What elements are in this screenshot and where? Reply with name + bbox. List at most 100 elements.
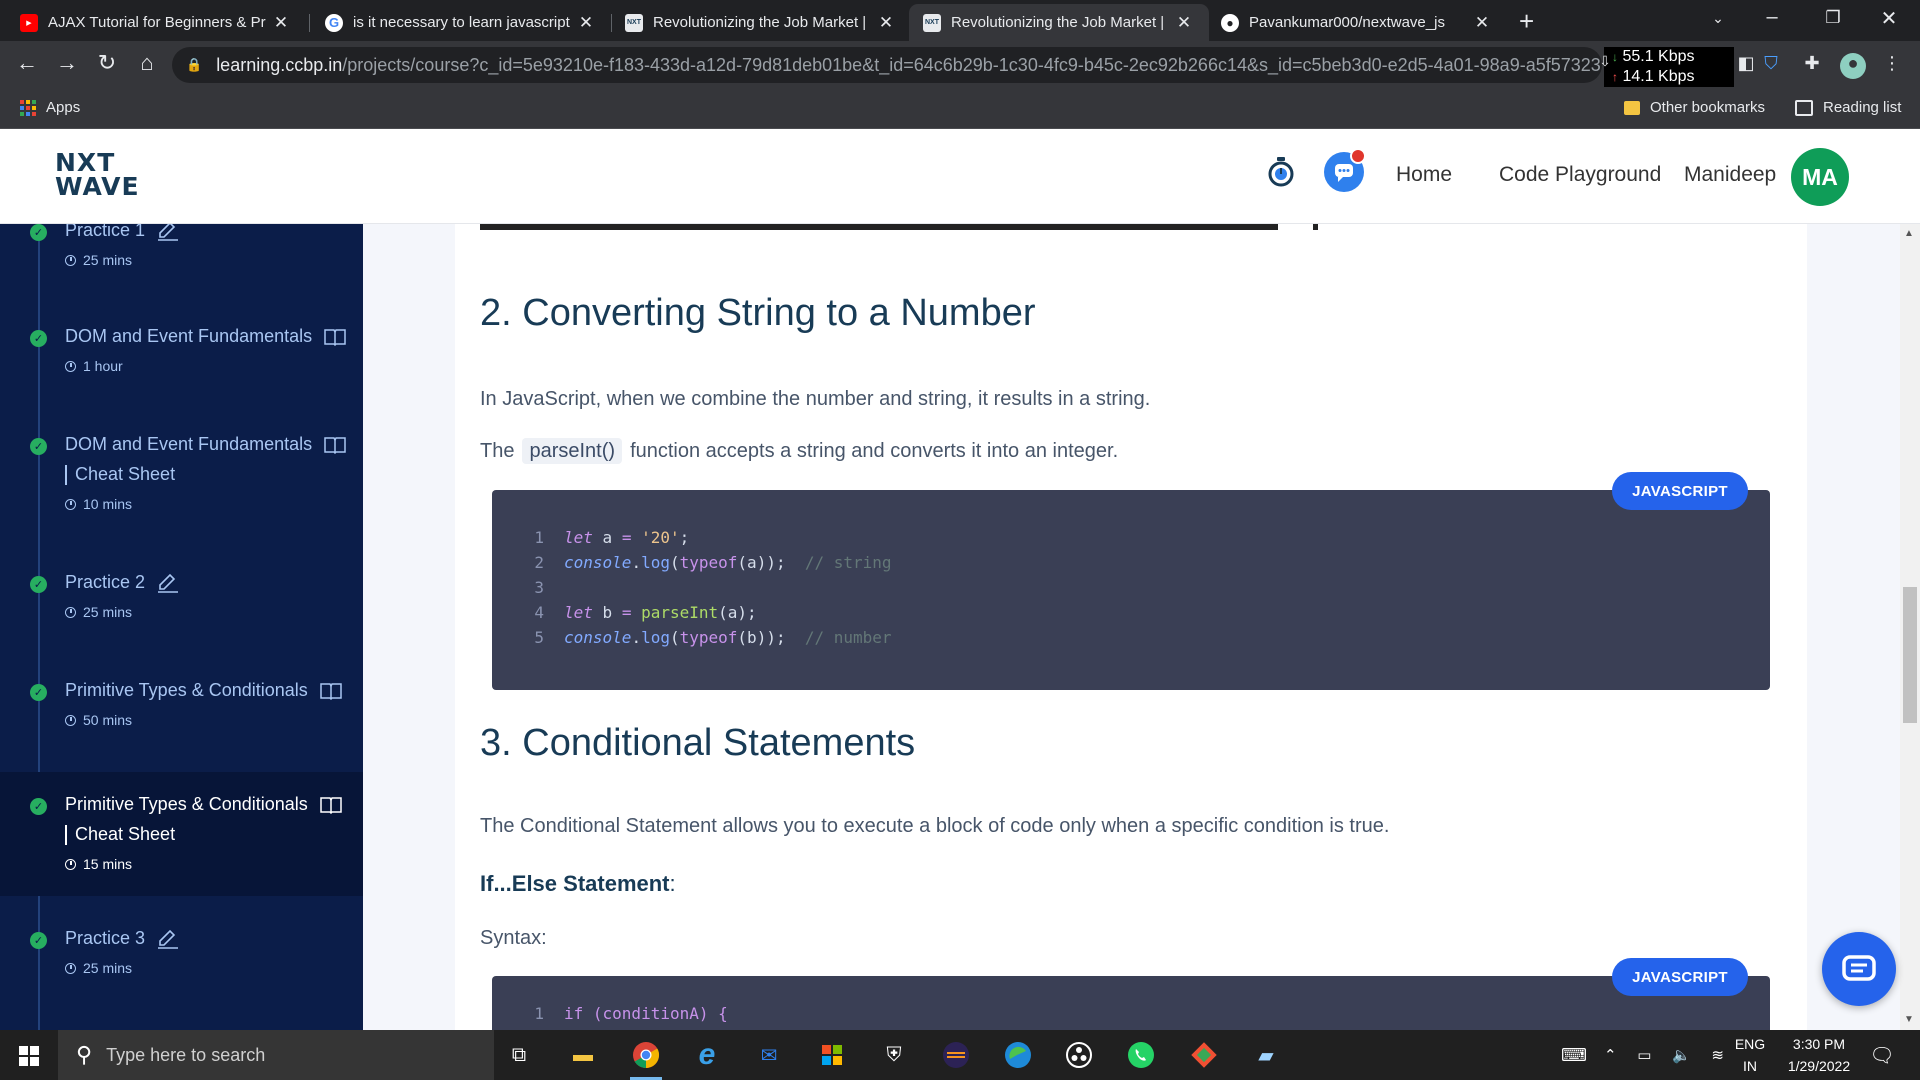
clock-time: 3:30 PM [1792, 1036, 1846, 1052]
nav-code-playground[interactable]: Code Playground [1499, 163, 1661, 187]
close-tab-icon[interactable]: ✕ [270, 13, 292, 33]
close-window-icon[interactable]: ✕ [1874, 6, 1904, 31]
close-tab-icon[interactable]: ✕ [875, 13, 897, 33]
syntax-label: Syntax: [480, 927, 547, 949]
home-icon[interactable]: ⌂ [132, 50, 162, 76]
system-tray-icons[interactable]: ⌃ ▭ 🔈 ≋ [1604, 1040, 1724, 1070]
chevron-up-icon[interactable]: ⌃ [1604, 1046, 1617, 1064]
extension-shield-icon[interactable]: ⛉ [1758, 53, 1784, 79]
notification-center-icon[interactable]: 🗨 [1866, 1040, 1898, 1070]
tab-google-search[interactable]: G is it necessary to learn javascript ✕ [311, 4, 611, 41]
browser-menu-icon[interactable]: ⋮ [1879, 53, 1905, 79]
security-shield-icon[interactable]: ⛨ [878, 1040, 910, 1070]
scroll-up-icon[interactable]: ▲ [1904, 228, 1914, 239]
language-label: ENG [1734, 1036, 1766, 1052]
minimize-icon[interactable]: – [1757, 6, 1787, 29]
chat-icon [1842, 955, 1876, 981]
new-tab-icon[interactable]: + [1519, 6, 1534, 37]
close-tab-icon[interactable]: ✕ [1471, 13, 1493, 33]
close-tab-icon[interactable]: ✕ [575, 13, 597, 33]
file-explorer-icon[interactable]: ▬ [567, 1040, 599, 1070]
page-scrollbar[interactable]: ▲ ▼ [1900, 224, 1920, 1030]
tab-search-chevron-icon[interactable]: ⌄ [1703, 10, 1733, 27]
git-logo-icon [1191, 1042, 1217, 1068]
task-view-icon[interactable]: ⧉ [503, 1040, 535, 1070]
section-2-parseint-paragraph: The parseInt() function accepts a string a… [480, 438, 1119, 464]
nxtwave-logo[interactable]: NXT WAVE [55, 150, 140, 199]
tab-title: AJAX Tutorial for Beginners & Pr [48, 14, 266, 31]
nav-home[interactable]: Home [1396, 163, 1452, 187]
code-language-pill: JAVASCRIPT [1612, 958, 1748, 996]
internet-explorer-icon[interactable]: e [691, 1038, 723, 1071]
reload-icon[interactable]: ↻ [92, 50, 122, 76]
windows-start-icon[interactable] [19, 1046, 39, 1066]
bookmark-other[interactable]: Other bookmarks [1624, 99, 1765, 116]
whatsapp-icon[interactable] [1125, 1040, 1157, 1070]
code-line: 5 console.log(typeof(b)); // number [534, 628, 892, 647]
tab-github-repo[interactable]: ● Pavankumar000/nextwave_js ✕ [1207, 4, 1507, 41]
lock-icon[interactable]: 🔒 [186, 57, 202, 73]
browser-tab-bar: ▶ AJAX Tutorial for Beginners & Pr ✕ G i… [0, 0, 1920, 41]
search-icon: ⚲ [76, 1042, 93, 1067]
scroll-thumb[interactable] [1903, 587, 1917, 723]
forward-icon[interactable]: → [52, 50, 82, 76]
reading-list-label: Reading list [1823, 99, 1902, 116]
support-chat-button[interactable] [1822, 932, 1896, 1006]
inline-code-parseint: parseInt() [522, 438, 623, 464]
code-block-parseint[interactable]: 1 let a = '20'; 2 console.log(typeof(a)); … [492, 490, 1770, 690]
section-3-paragraph: The Conditional Statement allows you to … [480, 815, 1390, 837]
close-tab-icon[interactable]: ✕ [1173, 13, 1195, 33]
nav-user-name[interactable]: Manideep [1684, 163, 1776, 187]
edge-icon[interactable] [1002, 1040, 1034, 1070]
install-app-icon[interactable]: ⇩ [1592, 53, 1618, 79]
discussion-icon[interactable] [1324, 148, 1366, 192]
notification-dot [1350, 148, 1366, 164]
notes-app-icon[interactable]: ▰ [1250, 1040, 1282, 1070]
whatsapp-logo-icon [1128, 1042, 1154, 1068]
bookmark-apps[interactable]: Apps [20, 99, 80, 116]
extensions-puzzle-icon[interactable]: ✚ [1799, 53, 1825, 79]
restore-icon[interactable]: ❐ [1818, 8, 1848, 28]
site-header: NXT WAVE Home Code Playground Manideep M… [0, 129, 1920, 224]
scroll-down-icon[interactable]: ▼ [1904, 1014, 1914, 1025]
code-language-pill: JAVASCRIPT [1612, 472, 1748, 510]
back-icon[interactable]: ← [12, 50, 42, 76]
chrome-icon[interactable] [630, 1040, 662, 1080]
code-line: 4 let b = parseInt(a); [534, 603, 757, 622]
stopwatch-icon[interactable] [1266, 156, 1296, 188]
eclipse-icon[interactable] [940, 1040, 972, 1070]
tab-title: Revolutionizing the Job Market | [951, 14, 1165, 31]
clock-widget[interactable]: 3:30 PM 1/29/2022 [1774, 1030, 1864, 1080]
eclipse-logo-icon [943, 1042, 969, 1068]
keyboard-icon[interactable]: ⌨ [1558, 1040, 1590, 1070]
obs-icon[interactable] [1063, 1040, 1095, 1070]
profile-icon[interactable]: ● [1840, 53, 1866, 79]
code-line: 2 console.log(typeof(a)); // string [534, 553, 892, 572]
youtube-icon: ▶ [20, 13, 38, 32]
tab-job-market-active[interactable]: NXT Revolutionizing the Job Market | ✕ [909, 4, 1209, 41]
tab-job-market-1[interactable]: NXT Revolutionizing the Job Market | ✕ [611, 4, 911, 41]
git-icon[interactable] [1188, 1040, 1220, 1070]
nxtwave-icon: NXT [923, 13, 941, 32]
upload-speed: 14.1 Kbps [1622, 68, 1695, 85]
wifi-icon[interactable]: ≋ [1711, 1046, 1724, 1064]
code-line: 3 [534, 578, 544, 597]
volume-icon[interactable]: 🔈 [1672, 1046, 1691, 1064]
code-block-if-else[interactable]: 1 if (conditionA) { [492, 976, 1770, 1030]
section-3-heading: 3. Conditional Statements [480, 722, 916, 764]
if-else-heading: If...Else Statement: [480, 871, 676, 896]
url-path: /projects/course?c_id=5e93210e-f183-433d… [342, 54, 1602, 75]
taskbar-search-input[interactable]: ⚲ Type here to search [58, 1030, 494, 1080]
mail-icon[interactable]: ✉ [753, 1040, 785, 1070]
bookmark-reading-list[interactable]: Reading list [1795, 99, 1901, 116]
extension-icon[interactable]: ◧ [1733, 53, 1759, 79]
previous-block-edge [1313, 224, 1318, 230]
avatar[interactable]: MA [1791, 148, 1849, 206]
language-indicator[interactable]: ENG IN [1730, 1030, 1770, 1080]
store-icon[interactable] [816, 1040, 848, 1070]
tab-ajax-tutorial[interactable]: ▶ AJAX Tutorial for Beginners & Pr ✕ [6, 4, 306, 41]
tab-separator [309, 14, 310, 32]
bookmarks-bar: Apps Other bookmarks Reading list [0, 89, 1920, 129]
address-bar[interactable]: 🔒 learning.ccbp.in/projects/course?c_id=… [172, 47, 1602, 83]
battery-icon[interactable]: ▭ [1637, 1046, 1651, 1064]
